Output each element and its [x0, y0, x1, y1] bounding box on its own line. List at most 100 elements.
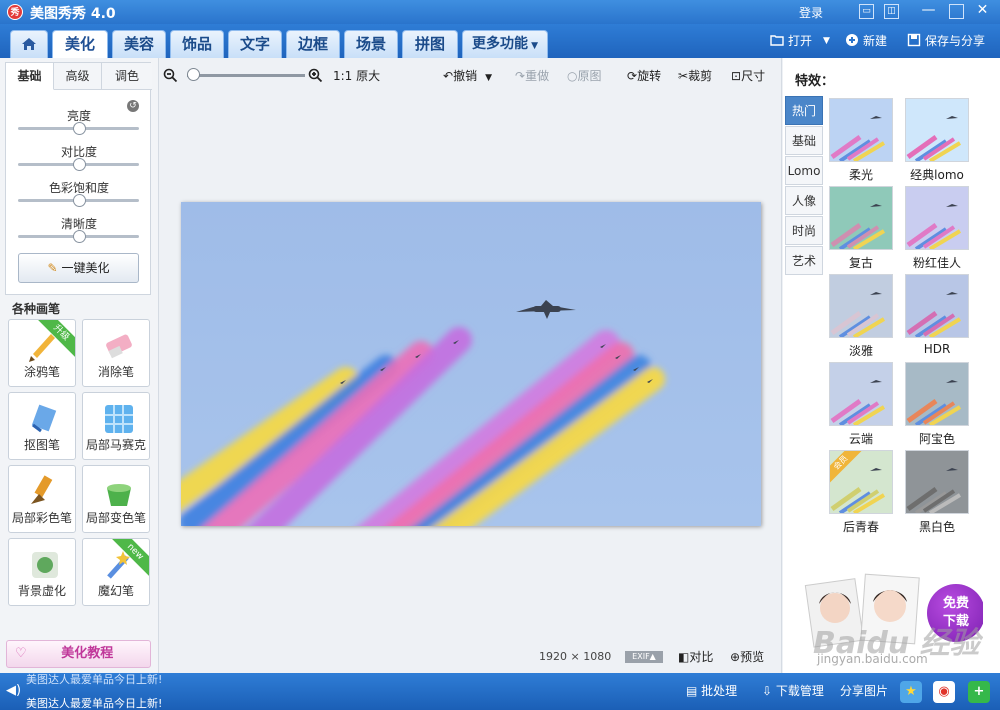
- effect-thumbnail[interactable]: [829, 186, 893, 250]
- effect-thumbnail[interactable]: [905, 362, 969, 426]
- effect-thumbnail[interactable]: [829, 362, 893, 426]
- adjust-slider[interactable]: [18, 230, 139, 243]
- brush-label: 局部马赛克: [85, 438, 146, 452]
- skin-icon[interactable]: ◫: [884, 4, 899, 19]
- effect-thumbnail[interactable]: [905, 274, 969, 338]
- effect-thumbnail[interactable]: [829, 98, 893, 162]
- effect-preview: [830, 275, 892, 337]
- resize-button[interactable]: ⊡尺寸: [731, 68, 765, 84]
- slider-handle[interactable]: [72, 194, 86, 207]
- effect-thumbnail[interactable]: [905, 186, 969, 250]
- brush-tool[interactable]: 抠图笔: [8, 392, 76, 460]
- brush-tool[interactable]: 背景虚化: [8, 538, 76, 606]
- effect-label: 阿宝色: [918, 432, 955, 446]
- speaker-icon[interactable]: ◀): [6, 683, 21, 698]
- tab-beautify[interactable]: 美化: [52, 30, 108, 58]
- tab-beauty[interactable]: 美容: [112, 30, 166, 58]
- tab-more[interactable]: 更多功能 ▼: [462, 30, 548, 58]
- tutorial-button[interactable]: ♡ 美化教程: [6, 640, 151, 668]
- slider-handle[interactable]: [72, 230, 86, 243]
- one-click-label: 一键美化: [61, 261, 110, 275]
- zoom-slider-handle[interactable]: [186, 68, 200, 81]
- undo-dropdown-icon[interactable]: ▼: [485, 73, 492, 83]
- subtab-color[interactable]: 调色: [102, 63, 152, 90]
- brush-tool[interactable]: 局部变色笔: [82, 465, 150, 533]
- rotate-icon: ⟳: [627, 69, 638, 83]
- tab-collage[interactable]: 拼图: [402, 30, 458, 58]
- zoom-in-icon[interactable]: [308, 68, 323, 84]
- effect-preview: [906, 187, 968, 249]
- adjust-slider[interactable]: [18, 194, 139, 207]
- effect-category[interactable]: 人像: [785, 186, 823, 215]
- effect-category[interactable]: Lomo: [785, 156, 823, 185]
- close-icon[interactable]: ✕: [975, 3, 990, 19]
- tab-border[interactable]: 边框: [286, 30, 340, 58]
- brush-tool[interactable]: 局部马赛克: [82, 392, 150, 460]
- qzone-star-icon[interactable]: ★: [900, 681, 922, 703]
- undo-button[interactable]: ↶撤销 ▼: [443, 68, 492, 84]
- image-height: 1080: [583, 650, 612, 663]
- effect-thumbnail[interactable]: [829, 274, 893, 338]
- airshow-photo: [181, 202, 761, 526]
- preview-button[interactable]: ⊕预览: [730, 648, 764, 665]
- tab-scene[interactable]: 场景: [344, 30, 398, 58]
- effect-preview: [906, 451, 968, 513]
- subtab-advanced[interactable]: 高级: [54, 63, 102, 90]
- preview-label: 预览: [740, 650, 765, 664]
- effect-category[interactable]: 基础: [785, 126, 823, 155]
- brush-tool[interactable]: 局部彩色笔: [8, 465, 76, 533]
- save-share-button[interactable]: 保存与分享: [907, 32, 985, 50]
- tab-accessories[interactable]: 饰品: [170, 30, 224, 58]
- weibo-icon[interactable]: ◉: [933, 681, 955, 703]
- slider-handle[interactable]: [72, 158, 86, 171]
- batch-label: 批处理: [701, 684, 738, 698]
- effect-thumbnail[interactable]: 会员: [829, 450, 893, 514]
- slider-handle[interactable]: [72, 122, 86, 135]
- login-link[interactable]: 登录: [799, 4, 823, 21]
- effect-thumbnail[interactable]: [905, 98, 969, 162]
- effect-category[interactable]: 艺术: [785, 246, 823, 275]
- open-dropdown-icon[interactable]: ▼: [823, 32, 830, 50]
- title-bar: 秀 美图秀秀 4.0 登录 ▭ ◫ — ✕: [0, 0, 1000, 24]
- brush-tool[interactable]: 涂鸦笔 升级: [8, 319, 76, 387]
- home-tab[interactable]: [10, 30, 48, 58]
- news-ticker[interactable]: 美图达人最爱单品今日上新!: [26, 695, 162, 710]
- open-button[interactable]: 打开: [770, 32, 812, 50]
- add-icon[interactable]: +: [968, 681, 990, 703]
- one-click-beautify-button[interactable]: ✎ 一键美化: [18, 253, 139, 283]
- redo-button[interactable]: ↷重做: [515, 68, 549, 84]
- new-button[interactable]: 新建: [845, 32, 887, 50]
- tab-text[interactable]: 文字: [228, 30, 282, 58]
- brush-tool[interactable]: 消除笔: [82, 319, 150, 387]
- effect-preview: [906, 275, 968, 337]
- actual-size-button[interactable]: 1:1 原大: [333, 68, 380, 84]
- ad-banner[interactable]: 免费 下载 Baidu 经验 jingyan.baidu.com: [793, 570, 983, 668]
- effect-label: 复古: [848, 256, 873, 270]
- effect-preview: [830, 99, 892, 161]
- adjust-box: 基础 高级 调色 ↺ 亮度 对比度 色彩饱和度 清晰度 ✎ 一键美化: [5, 62, 152, 295]
- message-icon[interactable]: ▭: [859, 4, 874, 19]
- adjust-slider[interactable]: [18, 158, 139, 171]
- zoom-slider[interactable]: [187, 74, 305, 77]
- zoom-out-icon[interactable]: [163, 68, 178, 84]
- maximize-icon[interactable]: [949, 4, 964, 19]
- adjust-slider[interactable]: [18, 122, 139, 135]
- subtab-basic[interactable]: 基础: [6, 63, 54, 90]
- crop-button[interactable]: ✂裁剪: [678, 68, 712, 84]
- download-manager-button[interactable]: ⇩ 下载管理: [762, 682, 824, 699]
- effect-category[interactable]: 热门: [785, 96, 823, 125]
- effect-thumbnail[interactable]: [905, 450, 969, 514]
- news-ticker-prev[interactable]: 美图达人最爱单品今日上新!: [26, 671, 162, 687]
- batch-icon: ▤: [686, 684, 698, 698]
- original-button[interactable]: ○原图: [567, 68, 602, 84]
- effect-category[interactable]: 时尚: [785, 216, 823, 245]
- exif-button[interactable]: EXIF▲: [625, 651, 663, 663]
- rotate-button[interactable]: ⟳旋转: [627, 68, 661, 84]
- brush-tool[interactable]: 魔幻笔 new: [82, 538, 150, 606]
- photo-canvas[interactable]: [181, 202, 761, 526]
- share-image-button[interactable]: 分享图片: [840, 682, 888, 699]
- compare-button[interactable]: ◧对比: [678, 648, 713, 665]
- effect-label: 柔光: [848, 168, 873, 182]
- minimize-icon[interactable]: —: [921, 3, 936, 19]
- batch-button[interactable]: ▤ 批处理: [686, 682, 737, 699]
